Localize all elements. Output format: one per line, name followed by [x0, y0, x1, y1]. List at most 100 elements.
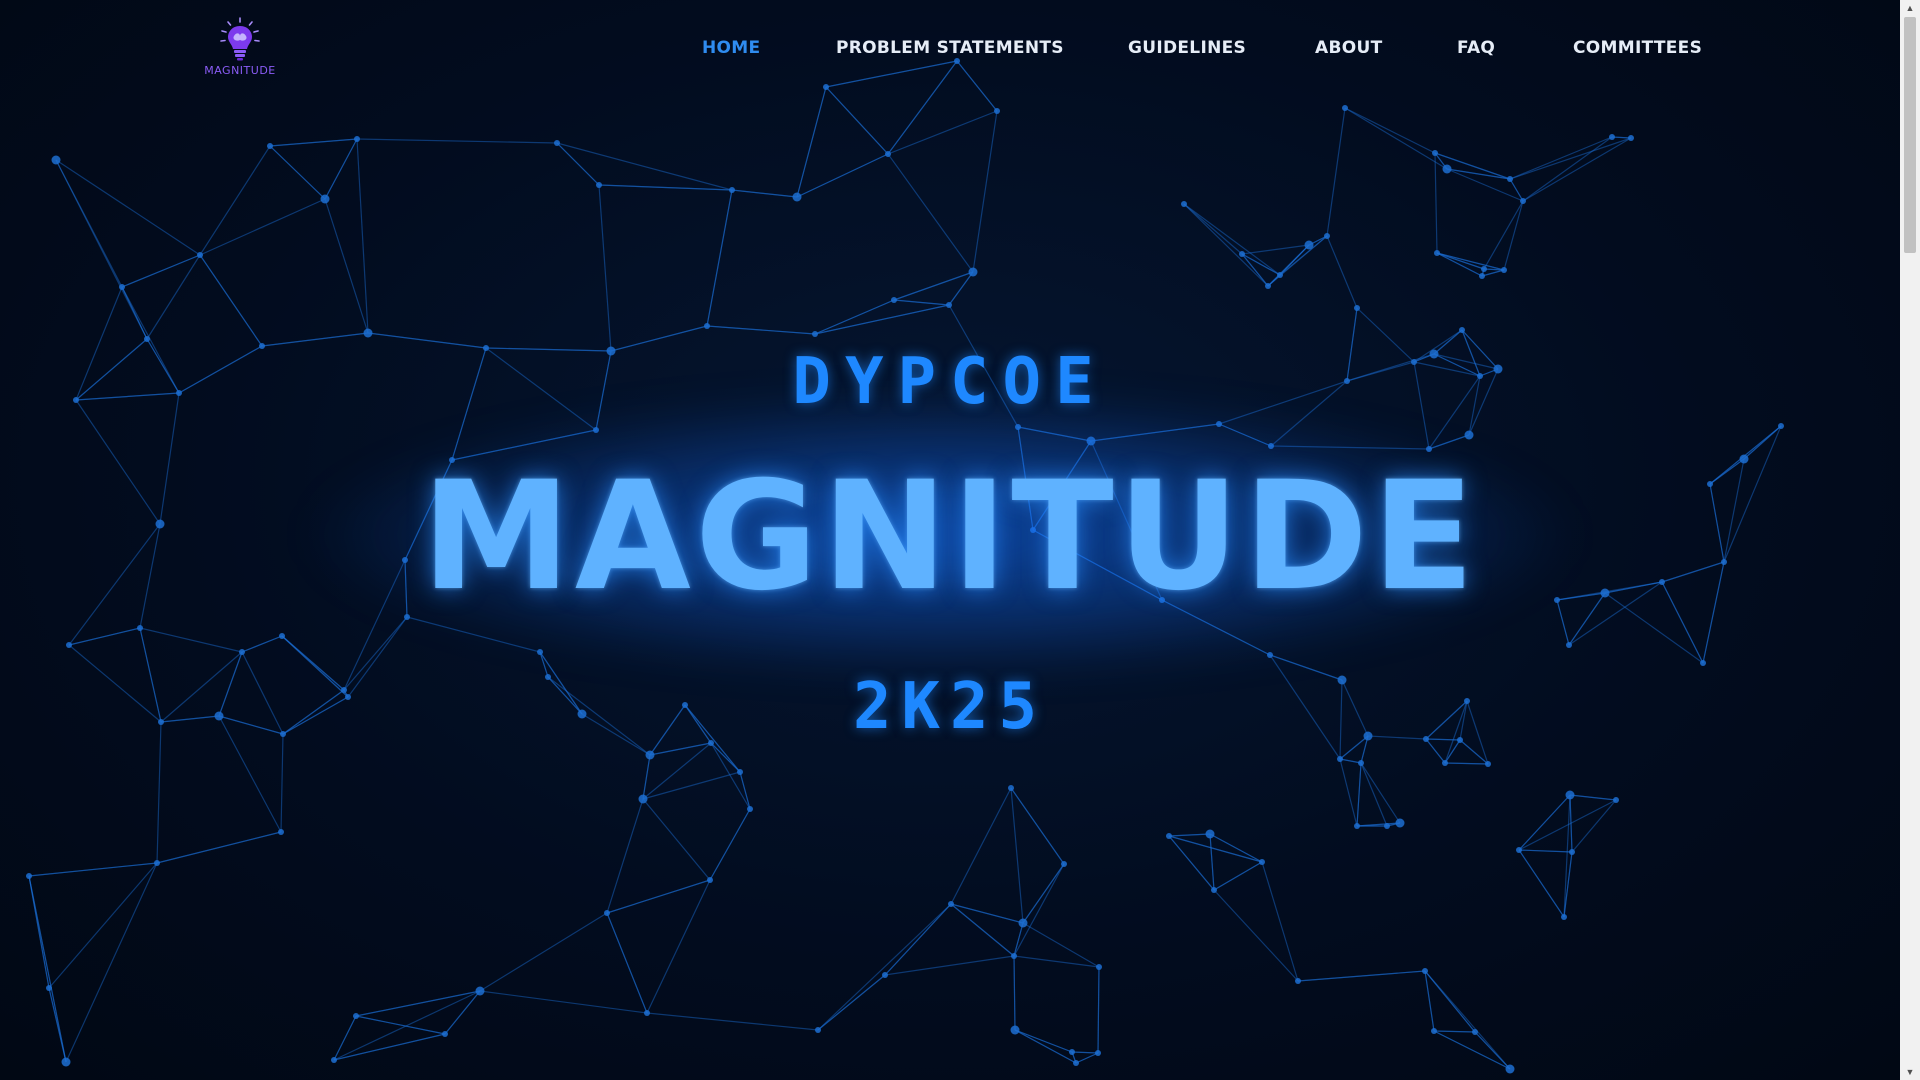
- network-edge: [1183, 203, 1281, 276]
- network-node: [475, 986, 485, 996]
- nav-home[interactable]: HOME: [702, 38, 760, 58]
- network-edge: [156, 831, 282, 864]
- network-edge: [948, 271, 974, 306]
- network-node: [968, 267, 978, 277]
- network-node: [278, 829, 284, 835]
- network-node: [704, 323, 710, 329]
- network-node: [1628, 135, 1634, 141]
- network-edge: [324, 138, 358, 200]
- network-node: [1010, 1025, 1020, 1035]
- network-node: [1778, 423, 1784, 429]
- network-edge: [1483, 200, 1524, 270]
- nav-guidelines[interactable]: GUIDELINES: [1128, 38, 1246, 58]
- network-edge: [356, 138, 558, 144]
- network-edge: [1446, 168, 1524, 202]
- network-node: [1520, 198, 1526, 204]
- network-edge: [1339, 758, 1358, 827]
- network-node: [1609, 134, 1615, 140]
- network-edge: [479, 990, 648, 1014]
- network-edge: [731, 189, 798, 198]
- nav-committees[interactable]: COMMITTEES: [1573, 38, 1702, 58]
- hero-title: MAGNITUDE: [421, 450, 1479, 624]
- network-node: [320, 194, 330, 204]
- network-node: [279, 633, 285, 639]
- network-node: [154, 860, 160, 866]
- network-node: [1565, 790, 1575, 800]
- network-node: [1395, 818, 1405, 828]
- network-edge: [355, 990, 481, 1017]
- network-node: [815, 1027, 821, 1033]
- network-edge: [606, 912, 648, 1014]
- network-node: [1505, 1064, 1515, 1074]
- network-node: [891, 297, 897, 303]
- network-node: [1700, 660, 1706, 666]
- network-edge: [956, 60, 998, 112]
- network-node: [119, 284, 125, 290]
- network-edge: [1279, 244, 1310, 276]
- network-node: [1061, 861, 1067, 867]
- network-edge: [642, 754, 651, 800]
- network-edge: [1241, 253, 1281, 276]
- network-node: [1431, 1028, 1437, 1034]
- network-node: [267, 143, 273, 149]
- network-edge: [646, 879, 711, 1014]
- network-edge: [1168, 835, 1263, 863]
- network-edge: [1241, 244, 1310, 255]
- nav-problem-statements[interactable]: PROBLEM STATEMENTS: [836, 38, 1064, 58]
- network-node: [604, 910, 610, 916]
- network-edge: [1071, 1051, 1099, 1054]
- network-edge: [1267, 235, 1328, 287]
- network-node: [596, 182, 602, 188]
- network-node: [1304, 240, 1314, 250]
- network-edge: [269, 138, 358, 147]
- network-edge: [1518, 794, 1571, 851]
- network-edge: [642, 798, 711, 881]
- network-edge: [1446, 168, 1511, 180]
- network-edge: [146, 254, 201, 340]
- network-edge: [796, 86, 827, 198]
- network-node: [1205, 829, 1215, 839]
- network-node: [1479, 273, 1485, 279]
- network-edge: [556, 142, 600, 186]
- network-node: [1459, 327, 1465, 333]
- network-edge: [1013, 955, 1100, 968]
- scroll-down-arrow-icon[interactable]: ▼: [1900, 1064, 1920, 1080]
- network-edge: [606, 798, 644, 914]
- network-node: [1073, 1060, 1079, 1066]
- network-edge: [269, 145, 326, 200]
- network-edge: [887, 153, 974, 273]
- network-node: [1481, 266, 1487, 272]
- network-edge: [1010, 787, 1065, 865]
- network-edge: [1433, 1030, 1476, 1033]
- hero-subtitle: 2K25: [852, 670, 1048, 744]
- network-edge: [1518, 849, 1565, 918]
- network-node: [638, 794, 648, 804]
- network-edge: [1436, 252, 1485, 270]
- network-edge: [1013, 922, 1024, 957]
- network-edge: [1571, 799, 1617, 853]
- network-node: [1011, 953, 1017, 959]
- network-edge: [598, 184, 612, 352]
- network-edge: [1209, 833, 1215, 891]
- network-node: [137, 625, 143, 631]
- network-edge: [28, 862, 158, 877]
- network-edge: [1503, 200, 1524, 271]
- network-node: [554, 140, 560, 146]
- network-node: [1018, 918, 1028, 928]
- network-node: [882, 972, 888, 978]
- nav-about[interactable]: ABOUT: [1315, 38, 1382, 58]
- nav-faq[interactable]: FAQ: [1457, 38, 1495, 58]
- network-edge: [333, 1033, 446, 1061]
- scroll-up-arrow-icon[interactable]: ▲: [1900, 0, 1920, 16]
- network-node: [1069, 1049, 1075, 1055]
- network-node: [354, 136, 360, 142]
- scrollbar-thumb[interactable]: [1904, 17, 1916, 253]
- network-edge: [1168, 835, 1215, 891]
- network-edge: [706, 325, 816, 335]
- network-edge: [598, 184, 733, 191]
- network-edge: [606, 879, 711, 914]
- network-edge: [817, 974, 886, 1031]
- network-node: [66, 642, 72, 648]
- network-node: [707, 877, 713, 883]
- page-scrollbar[interactable]: ▲ ▼: [1900, 0, 1920, 1080]
